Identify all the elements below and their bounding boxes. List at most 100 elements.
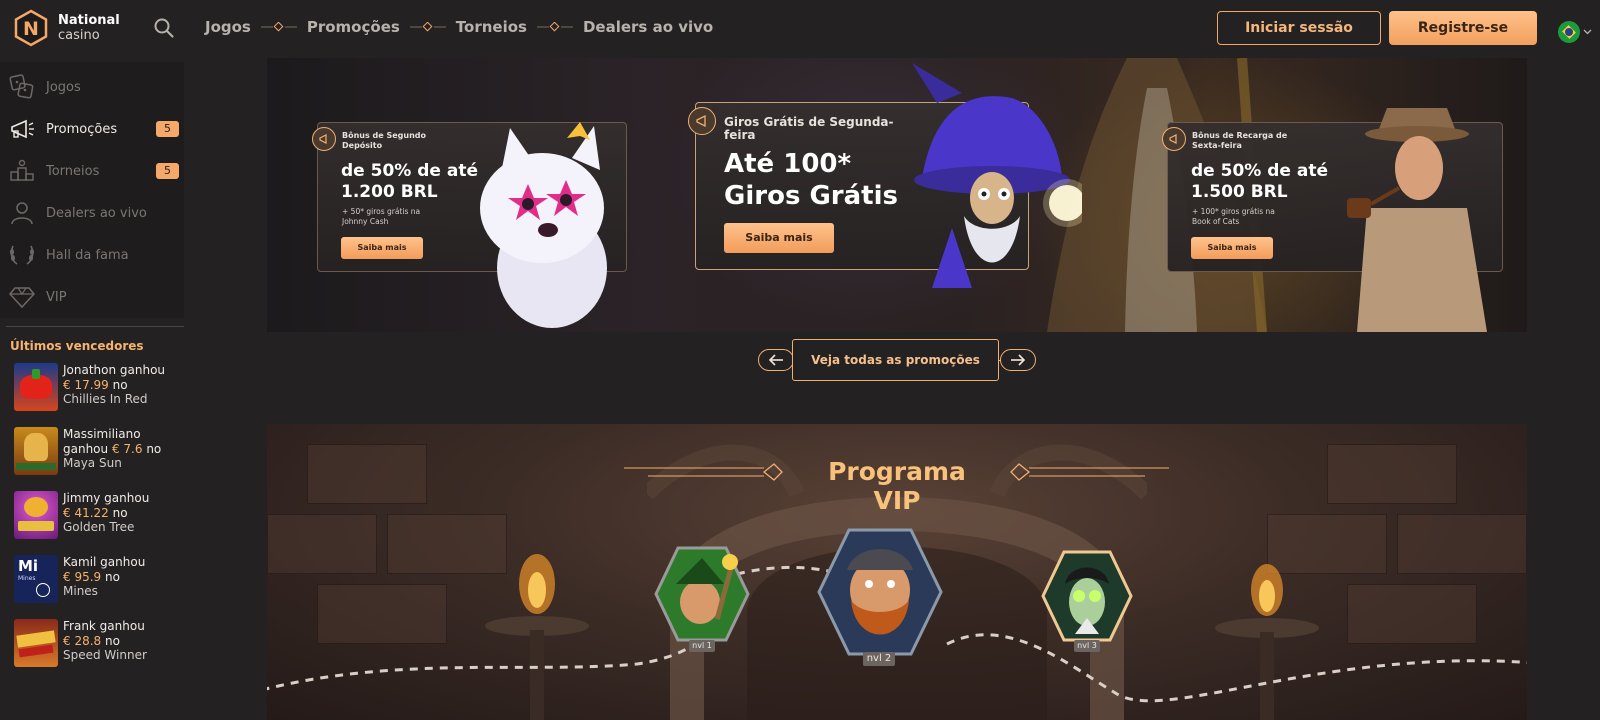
promo-subtext: + 100* giros grátis na — [1192, 207, 1275, 216]
mines-thumb-text: Mi — [18, 557, 39, 575]
winner-game: Mines — [63, 584, 98, 598]
wall-brick — [307, 444, 427, 504]
promotions-carousel: Bônus de Segundo Depósito de 50% de até … — [267, 58, 1527, 332]
logo-hexagon-icon: N — [12, 9, 50, 47]
winner-suffix: no — [108, 377, 128, 392]
megaphone-icon — [8, 116, 36, 142]
winner-suffix: no — [101, 633, 120, 648]
winner-item[interactable]: Massimiliano ganhou € 7.6 no Maya Sun — [14, 427, 184, 481]
vip-level-label: nvl 1 — [689, 640, 715, 652]
winner-name: Kamil ganhou — [63, 555, 146, 569]
winner-name-cont: ganhou — [63, 441, 112, 456]
nav-jogos[interactable]: Jogos — [205, 18, 251, 36]
sidebar-item-vip[interactable]: VIP — [0, 276, 184, 318]
laurel-icon — [8, 242, 36, 268]
latest-winners-title: Últimos vencedores — [10, 339, 144, 353]
nav-dealers-ao-vivo[interactable]: Dealers ao vivo — [583, 18, 713, 36]
games-icon — [8, 74, 36, 100]
winner-suffix: no — [101, 569, 120, 584]
winner-name: Jimmy ganhou — [63, 491, 150, 505]
winner-game: Golden Tree — [63, 520, 135, 534]
winner-item[interactable]: Frank ganhou € 28.8 no Speed Winner — [14, 619, 184, 673]
sidebar-item-label: Promoções — [46, 121, 118, 137]
diamond-separator-icon — [409, 22, 446, 32]
diamond-icon — [8, 284, 36, 310]
sidebar-item-label: Dealers ao vivo — [46, 205, 147, 221]
vip-program-section: Programa VIP nvl 1 nvl 2 nvl 3 — [267, 424, 1527, 720]
promo-caption: Giros Grátis de Segunda- — [724, 115, 894, 129]
winner-amount: € 28.8 — [63, 633, 102, 648]
tournament-icon — [8, 158, 36, 184]
nav-promocoes[interactable]: Promoções — [307, 18, 400, 36]
sidebar-item-promocoes[interactable]: Promoções 5 — [0, 108, 184, 150]
promo-subtext: Book of Cats — [1192, 217, 1240, 226]
promotions-count-badge: 5 — [156, 121, 179, 137]
vip-level-label: nvl 2 — [863, 652, 895, 666]
mines-thumb-sub: Mines — [18, 575, 36, 582]
sidebar-item-label: Torneios — [46, 163, 100, 179]
chevron-down-icon — [1583, 29, 1592, 35]
arrow-left-icon — [768, 354, 783, 366]
sidebar: Jogos Promoções 5 Torneios 5 Dealers ao … — [0, 62, 184, 673]
winner-suffix: no — [108, 505, 128, 520]
game-thumbnail-chillies — [14, 363, 58, 411]
sidebar-item-jogos[interactable]: Jogos — [0, 66, 184, 108]
winner-amount: € 7.6 — [111, 441, 143, 456]
sidebar-divider — [6, 326, 184, 327]
winner-game: Speed Winner — [63, 648, 147, 662]
promo-caption: Bônus de Segundo Depósito — [342, 131, 426, 150]
carousel-next-button[interactable] — [1000, 349, 1036, 371]
promo-tag-icon — [1162, 127, 1186, 151]
language-selector[interactable] — [1558, 21, 1592, 43]
winner-suffix: no — [142, 441, 162, 456]
see-all-promotions-button[interactable]: Veja todas as promoções — [792, 339, 999, 381]
learn-more-button[interactable]: Saiba mais — [1191, 237, 1273, 259]
learn-more-button[interactable]: Saiba mais — [341, 237, 423, 259]
vip-level-label: nvl 3 — [1074, 640, 1100, 652]
game-thumbnail-speed-winner — [14, 619, 58, 667]
top-nav: Jogos Promoções Torneios Dealers ao vivo — [205, 18, 713, 36]
vip-title-ornament-left — [624, 463, 783, 481]
logo[interactable]: N National casino — [12, 9, 120, 47]
winner-amount: € 95.9 — [63, 569, 102, 584]
winner-amount: € 41.22 — [63, 505, 109, 520]
login-button[interactable]: Iniciar sessão — [1217, 11, 1381, 45]
search-icon[interactable] — [153, 17, 175, 39]
dealer-icon — [8, 200, 36, 226]
winner-game: Maya Sun — [63, 456, 122, 470]
brazil-flag-icon — [1558, 21, 1580, 43]
logo-line2: casino — [58, 28, 100, 43]
learn-more-button[interactable]: Saiba mais — [724, 223, 834, 253]
register-button[interactable]: Registre-se — [1389, 11, 1537, 45]
vip-level-1-badge[interactable]: nvl 1 — [652, 544, 752, 652]
winner-game: Chillies In Red — [63, 392, 148, 406]
diamond-separator-icon — [260, 22, 297, 32]
winner-name: Massimiliano — [63, 427, 141, 441]
promo-headline: 1.200 BRL — [341, 182, 438, 202]
promo-headline: Até 100* — [724, 149, 852, 179]
wall-brick — [1327, 444, 1457, 504]
promo-caption: Bônus de Recarga de — [1192, 131, 1288, 140]
sidebar-item-hall-da-fama[interactable]: Hall da fama — [0, 234, 184, 276]
nav-torneios[interactable]: Torneios — [456, 18, 527, 36]
winner-item[interactable]: Jonathon ganhou € 17.99 no Chillies In R… — [14, 363, 184, 417]
sidebar-item-label: Hall da fama — [46, 247, 129, 263]
cat-mascot-illustration — [480, 122, 607, 328]
winner-name: Jonathon ganhou — [63, 363, 166, 377]
carousel-prev-button[interactable] — [758, 349, 794, 371]
promo-headline: Giros Grátis — [724, 181, 898, 211]
detective-character-illustration — [1347, 108, 1487, 332]
sidebar-item-torneios[interactable]: Torneios 5 — [0, 150, 184, 192]
vip-level-3-badge[interactable]: nvl 3 — [1039, 548, 1135, 652]
winner-item[interactable]: Jimmy ganhou € 41.22 no Golden Tree — [14, 491, 184, 545]
arrow-right-icon — [1011, 354, 1026, 366]
winner-item[interactable]: Mi Mines Kamil ganhou € 95.9 no Mines — [14, 555, 184, 609]
promo-subtext: Johnny Cash — [342, 217, 389, 226]
vip-level-2-badge[interactable]: nvl 2 — [815, 526, 945, 666]
viking-avatar-icon — [817, 528, 943, 656]
mad-scientist-avatar-icon — [1041, 550, 1133, 642]
logo-line1: National — [58, 13, 120, 28]
sidebar-item-dealers-ao-vivo[interactable]: Dealers ao vivo — [0, 192, 184, 234]
winner-name: Frank ganhou — [63, 619, 145, 633]
winner-amount: € 17.99 — [63, 377, 109, 392]
